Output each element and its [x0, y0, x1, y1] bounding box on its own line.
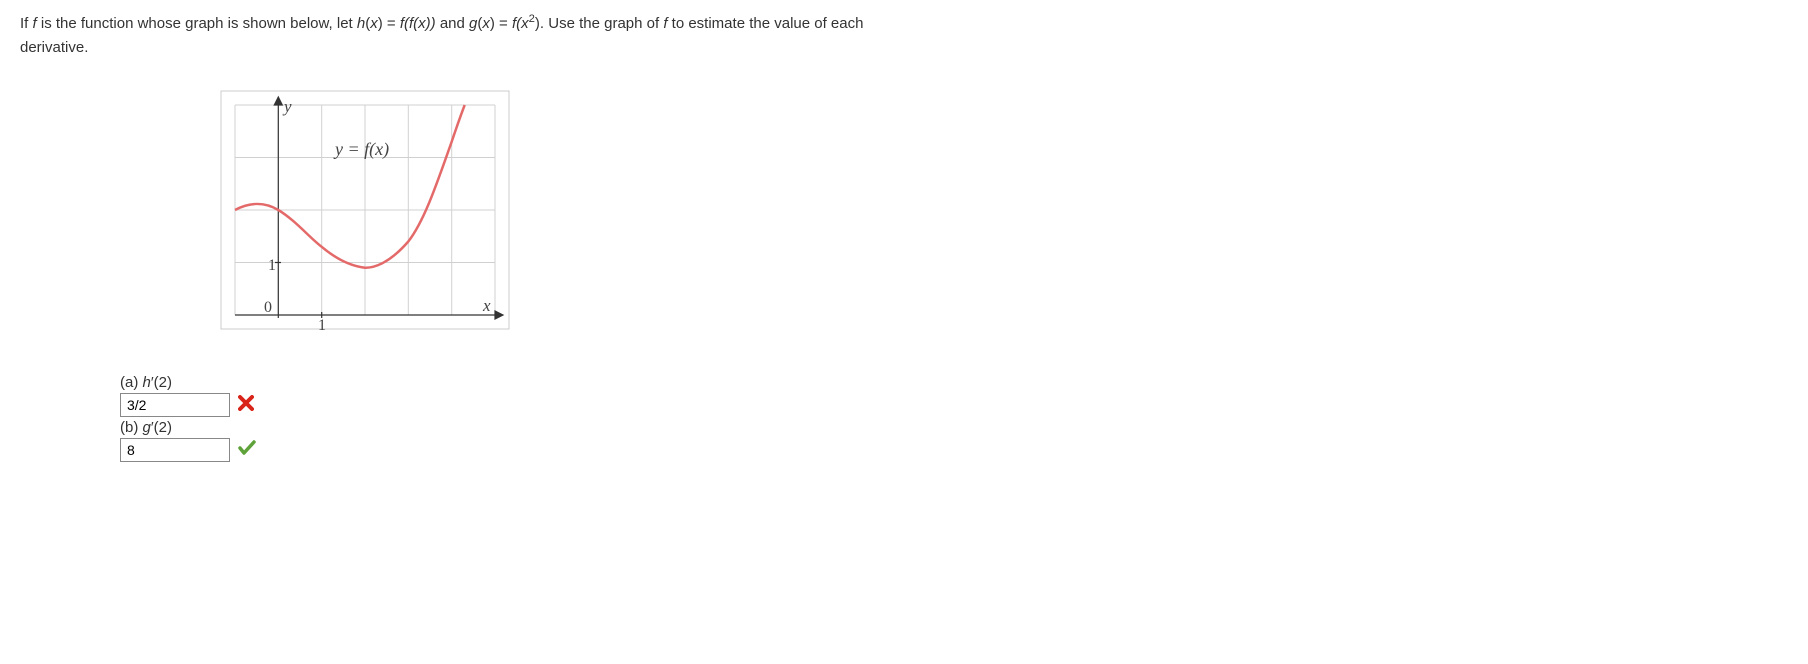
var-g: g [469, 15, 477, 32]
answers-section: (a) h′(2) (b) g′(2) [120, 374, 1788, 462]
text: and [436, 15, 469, 32]
text: is the function whose graph is shown bel… [37, 15, 357, 32]
text: . Use the graph of [540, 15, 663, 32]
text: If [20, 15, 33, 32]
var-h: h [357, 15, 365, 32]
answer-a-label: (a) h′(2) [120, 374, 1788, 391]
var-x: x [370, 15, 378, 32]
var-x: x [482, 15, 490, 32]
tick-x1: 1 [318, 317, 326, 330]
label-prime: ′(2) [151, 374, 172, 391]
fx2-pre: f( [512, 15, 521, 32]
y-axis-label: y [282, 97, 292, 116]
curve-label: y = f(x) [333, 139, 389, 160]
graph-figure: 1 0 1 y x y = f(x) [220, 90, 1788, 334]
var-x: x [521, 15, 529, 32]
eq: = [383, 15, 400, 32]
answer-a-input[interactable] [120, 393, 230, 417]
label-fn: g [143, 419, 151, 436]
eq: = [495, 15, 512, 32]
tick-y1: 1 [268, 257, 276, 274]
tick-origin: 0 [264, 299, 272, 316]
answer-b-label: (b) g′(2) [120, 419, 1788, 436]
ffx: f(f(x)) [400, 15, 436, 32]
answer-b-input[interactable] [120, 438, 230, 462]
check-icon [238, 440, 256, 461]
answer-a: (a) h′(2) [120, 374, 1788, 417]
x-axis-label: x [482, 296, 491, 315]
label-prefix: (b) [120, 419, 143, 436]
cross-icon [238, 395, 254, 416]
problem-statement: If f is the function whose graph is show… [20, 10, 1788, 60]
graph-svg: 1 0 1 y x y = f(x) [220, 90, 510, 330]
text: to estimate the value of each [668, 15, 864, 32]
label-prime: ′(2) [151, 419, 172, 436]
text: derivative. [20, 39, 88, 56]
curve-fx [235, 105, 465, 268]
label-fn: h [143, 374, 151, 391]
answer-b: (b) g′(2) [120, 419, 1788, 462]
label-prefix: (a) [120, 374, 143, 391]
